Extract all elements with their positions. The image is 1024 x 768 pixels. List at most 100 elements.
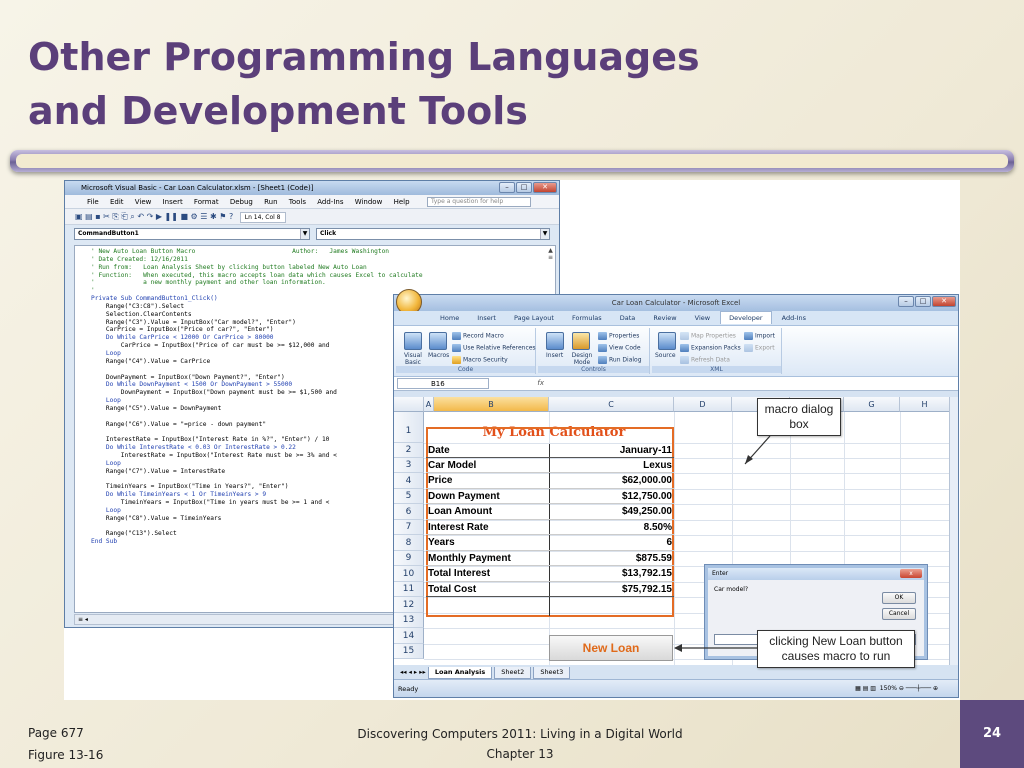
run-dialog-button[interactable]: Run Dialog <box>598 356 642 364</box>
cell-value[interactable]: Lexus <box>554 460 672 471</box>
menu-tools[interactable]: Tools <box>289 198 306 206</box>
cell-label[interactable]: Years <box>428 537 455 548</box>
cell-label[interactable]: Monthly Payment <box>428 553 511 564</box>
cell-label[interactable]: Loan Amount <box>428 506 492 517</box>
row-header[interactable]: 8 <box>394 535 424 551</box>
source-button[interactable]: Source <box>655 352 676 359</box>
cell-label[interactable]: Down Payment <box>428 491 500 502</box>
macros-icon[interactable] <box>429 332 447 350</box>
row-header[interactable]: 9 <box>394 551 424 566</box>
cancel-button[interactable]: Cancel <box>882 608 916 620</box>
cell-label[interactable]: Total Cost <box>428 584 476 595</box>
cell-label[interactable]: Total Interest <box>428 568 490 579</box>
vertical-scrollbar[interactable]: ▲ ≡ <box>546 247 555 277</box>
cell-value[interactable]: $75,792.15 <box>554 584 672 595</box>
name-box[interactable]: B16 <box>397 378 489 389</box>
column-header-h[interactable]: H <box>900 397 950 412</box>
cell-label[interactable]: Date <box>428 445 450 456</box>
vertical-scrollbar[interactable] <box>949 397 958 665</box>
row-header[interactable]: 4 <box>394 473 424 489</box>
help-search-input[interactable]: Type a question for help <box>427 197 531 207</box>
procedure-combo[interactable]: Click ▼ <box>316 228 550 240</box>
toolbar-icons[interactable]: ▣ ▤ ▪ ✂ ⎘ ⎗ ⌕ ↶ ↷ ▶ ❚❚ ■ ⚙ ☰ ✱ ⚑ ? <box>75 212 233 221</box>
close-button[interactable]: ✕ <box>932 296 956 307</box>
cell-value[interactable]: 8.50% <box>554 522 672 533</box>
row-header[interactable]: 3 <box>394 458 424 473</box>
tab-add-ins[interactable]: Add-Ins <box>774 311 814 325</box>
menu-format[interactable]: Format <box>194 198 219 206</box>
minimize-button[interactable]: – <box>898 296 914 307</box>
source-icon[interactable] <box>658 332 676 350</box>
zoom-controls[interactable]: ▦ ▤ ▥ 150% ⊖ ───┼─── ⊕ <box>855 680 938 698</box>
close-button[interactable]: ✕ <box>533 182 557 193</box>
import-button[interactable]: Import <box>744 332 775 340</box>
minimize-button[interactable]: – <box>499 182 515 193</box>
cell-label[interactable]: Interest Rate <box>428 522 489 533</box>
row-header[interactable]: 14 <box>394 628 424 644</box>
visual-basic-button[interactable]: Visual Basic <box>398 352 428 366</box>
select-all-corner[interactable] <box>394 397 424 412</box>
cell-label[interactable]: Price <box>428 475 452 486</box>
worksheet-grid[interactable]: A B C D E F G H 123456789101112131415 My… <box>394 397 950 665</box>
row-header[interactable]: 5 <box>394 489 424 504</box>
macros-button[interactable]: Macros <box>428 352 449 359</box>
column-header-b[interactable]: B <box>434 397 549 412</box>
fx-icon[interactable]: fx <box>494 378 544 389</box>
design-mode-button[interactable]: Design Mode <box>569 352 595 366</box>
tab-view[interactable]: View <box>687 311 718 325</box>
row-header[interactable]: 12 <box>394 597 424 613</box>
cell-label[interactable]: Car Model <box>428 460 476 471</box>
tab-page-layout[interactable]: Page Layout <box>506 311 562 325</box>
tab-data[interactable]: Data <box>612 311 644 325</box>
row-header[interactable]: 15 <box>394 644 424 659</box>
dialog-close-button[interactable]: x <box>900 569 922 578</box>
sheet-tab-loan-analysis[interactable]: Loan Analysis <box>427 667 493 679</box>
insert-control-icon[interactable] <box>546 332 564 350</box>
column-header-d[interactable]: D <box>674 397 732 412</box>
insert-control-button[interactable]: Insert <box>546 352 563 359</box>
refresh-data-button[interactable]: Refresh Data <box>680 356 730 364</box>
row-header[interactable]: 1 <box>394 412 424 443</box>
tab-review[interactable]: Review <box>645 311 684 325</box>
sheet-tab-sheet3[interactable]: Sheet3 <box>533 667 571 679</box>
row-header[interactable]: 11 <box>394 582 424 597</box>
sheet-nav-arrows[interactable]: ◂◂ ◂ ▸ ▸▸ <box>400 668 426 676</box>
row-header[interactable]: 13 <box>394 613 424 628</box>
macro-security-button[interactable]: Macro Security <box>452 356 508 364</box>
object-combo[interactable]: CommandButton1 ▼ <box>74 228 310 240</box>
menu-file[interactable]: File <box>87 198 99 206</box>
tab-formulas[interactable]: Formulas <box>564 311 610 325</box>
menu-view[interactable]: View <box>135 198 152 206</box>
row-header[interactable]: 6 <box>394 504 424 520</box>
sheet-tab-sheet2[interactable]: Sheet2 <box>494 667 532 679</box>
column-header-c[interactable]: C <box>549 397 674 412</box>
record-macro-button[interactable]: Record Macro <box>452 332 504 340</box>
menu-add-ins[interactable]: Add-Ins <box>317 198 343 206</box>
design-mode-icon[interactable] <box>572 332 590 350</box>
cell-value[interactable]: $13,792.15 <box>554 568 672 579</box>
cell-value[interactable]: $12,750.00 <box>554 491 672 502</box>
tab-insert[interactable]: Insert <box>469 311 504 325</box>
cell-value[interactable]: $875.59 <box>554 553 672 564</box>
tab-developer[interactable]: Developer <box>720 311 772 324</box>
use-relative-button[interactable]: Use Relative References <box>452 344 536 352</box>
map-properties-button[interactable]: Map Properties <box>680 332 736 340</box>
restore-button[interactable]: □ <box>915 296 931 307</box>
menu-window[interactable]: Window <box>355 198 383 206</box>
column-header-g[interactable]: G <box>844 397 900 412</box>
expansion-packs-button[interactable]: Expansion Packs <box>680 344 741 352</box>
menu-debug[interactable]: Debug <box>230 198 253 206</box>
restore-button[interactable]: □ <box>516 182 532 193</box>
visual-basic-icon[interactable] <box>404 332 422 350</box>
cell-value[interactable]: 6 <box>554 537 672 548</box>
view-code-button[interactable]: View Code <box>598 344 641 352</box>
row-header[interactable]: 10 <box>394 566 424 582</box>
menu-run[interactable]: Run <box>264 198 277 206</box>
ok-button[interactable]: OK <box>882 592 916 604</box>
export-button[interactable]: Export <box>744 344 775 352</box>
properties-button[interactable]: Properties <box>598 332 639 340</box>
cell-value[interactable]: $62,000.00 <box>554 475 672 486</box>
row-header[interactable]: 7 <box>394 520 424 535</box>
row-header[interactable]: 2 <box>394 443 424 458</box>
column-header-a[interactable]: A <box>424 397 434 412</box>
